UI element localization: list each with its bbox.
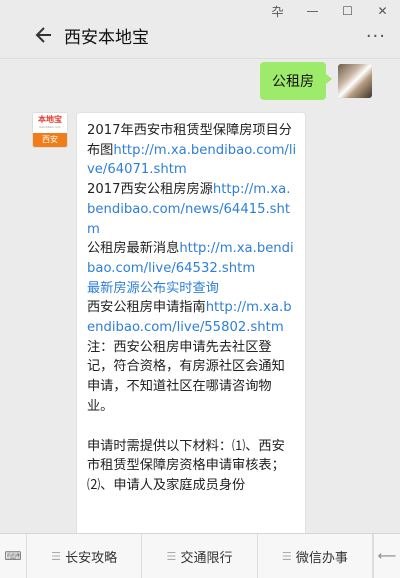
reply-gap [87,417,297,437]
bot-reply-bubble: 2017年西安市租赁型保障房项目分布图http://m.xa.bendibao.… [76,112,306,562]
reply-text-2: 2017西安公租房房源 [87,182,213,198]
menu-tab-wechat-services[interactable]: ☰ 微信办事 [258,534,373,578]
bot-logo-city: 西安 [33,133,67,147]
user-avatar[interactable] [338,64,372,98]
reply-text-5: 西安公租房申请指南 [87,300,206,316]
menu-tab-label: 交通限行 [180,550,233,566]
keyboard-icon[interactable]: ⌨ [0,534,27,578]
reply-item-3: 公租房最新消息http://m.xa.bendibao.com/live/645… [87,239,297,278]
reply-link-1[interactable]: http://m.xa.bendibao.com/live/64071.shtm [87,143,296,178]
menu-lines-icon: ☰ [166,549,177,563]
menu-tab-label: 微信办事 [295,550,348,566]
bot-logo-sub: bendibao.com [39,125,61,129]
reply-item-5: 西安公租房申请指南http://m.xa.bendibao.com/live/5… [87,298,297,337]
reply-item-2: 2017西安公租房房源http://m.xa.bendibao.com/news… [87,180,297,239]
menu-tab-label: 长安攻略 [65,550,118,566]
header-divider [0,58,400,59]
chat-title: 西安本地宝 [64,27,149,48]
chat-header: 西安本地宝 ··· [0,14,400,56]
back-arrow-icon[interactable] [34,25,54,45]
reply-materials: 申请时需提供以下材料：⑴、西安市租赁型保障房资格申请审核表；⑵、申请人及家庭成员… [87,438,285,493]
menu-tab-changan-guide[interactable]: ☰ 长安攻略 [27,534,143,578]
reply-link-4[interactable]: 最新房源公布实时查询 [87,281,219,296]
reply-note: 注：西安公租房申请先去社区登记，符合资格，有房源社区会通知申请，不知道社区在哪请… [87,339,285,414]
reply-text-3: 公租房最新消息 [87,241,180,257]
reply-item-4: 最新房源公布实时查询 [87,279,297,299]
user-message-bubble: 公租房 [260,62,332,100]
menu-lines-icon: ☰ [51,549,62,563]
bot-avatar[interactable]: 本地宝 bendibao.com 西安 [32,112,68,148]
collapse-arrow-icon[interactable]: ⟵ [372,534,400,578]
user-message-row: 公租房 [260,62,372,100]
menu-lines-icon: ☰ [281,549,292,563]
more-options-icon[interactable]: ··· [366,26,386,47]
reply-item-1: 2017年西安市租赁型保障房项目分布图http://m.xa.bendibao.… [87,121,297,180]
menu-tab-traffic[interactable]: ☰ 交通限行 [142,534,258,578]
bottom-menu-bar: ⌨ ☰ 长安攻略 ☰ 交通限行 ☰ 微信办事 ⟵ [0,533,400,578]
